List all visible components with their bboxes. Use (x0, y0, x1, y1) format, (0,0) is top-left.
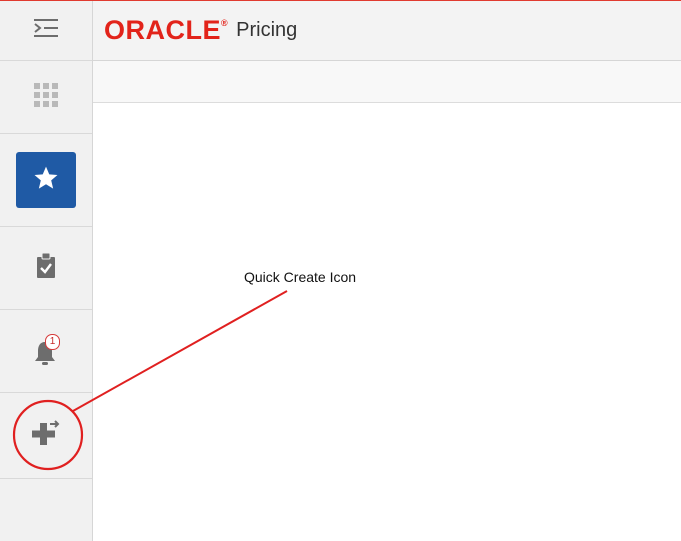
favorites-button[interactable] (16, 152, 76, 208)
notifications-button[interactable]: 1 (0, 310, 92, 393)
global-header: ORACLE® Pricing (93, 1, 681, 61)
menu-toggle-icon (32, 17, 60, 44)
navigation-rail: 1 (0, 1, 93, 541)
apps-grid-button[interactable] (0, 61, 92, 134)
oracle-logo[interactable]: ORACLE® (104, 17, 228, 44)
sub-header-bar (93, 61, 681, 103)
menu-toggle-button[interactable] (0, 1, 92, 61)
apps-grid-icon (33, 82, 59, 113)
favorites-rail-item (0, 134, 92, 227)
quick-create-callout-label: Quick Create Icon (244, 269, 357, 285)
quick-create-button[interactable] (0, 393, 92, 479)
clipboard-check-icon (35, 252, 57, 285)
tasks-button[interactable] (0, 227, 92, 310)
callout-pointer-line (72, 290, 288, 412)
quick-create-icon (31, 419, 61, 452)
app-title: Pricing (236, 19, 298, 41)
notification-count-badge: 1 (45, 334, 60, 350)
star-icon (33, 165, 59, 196)
